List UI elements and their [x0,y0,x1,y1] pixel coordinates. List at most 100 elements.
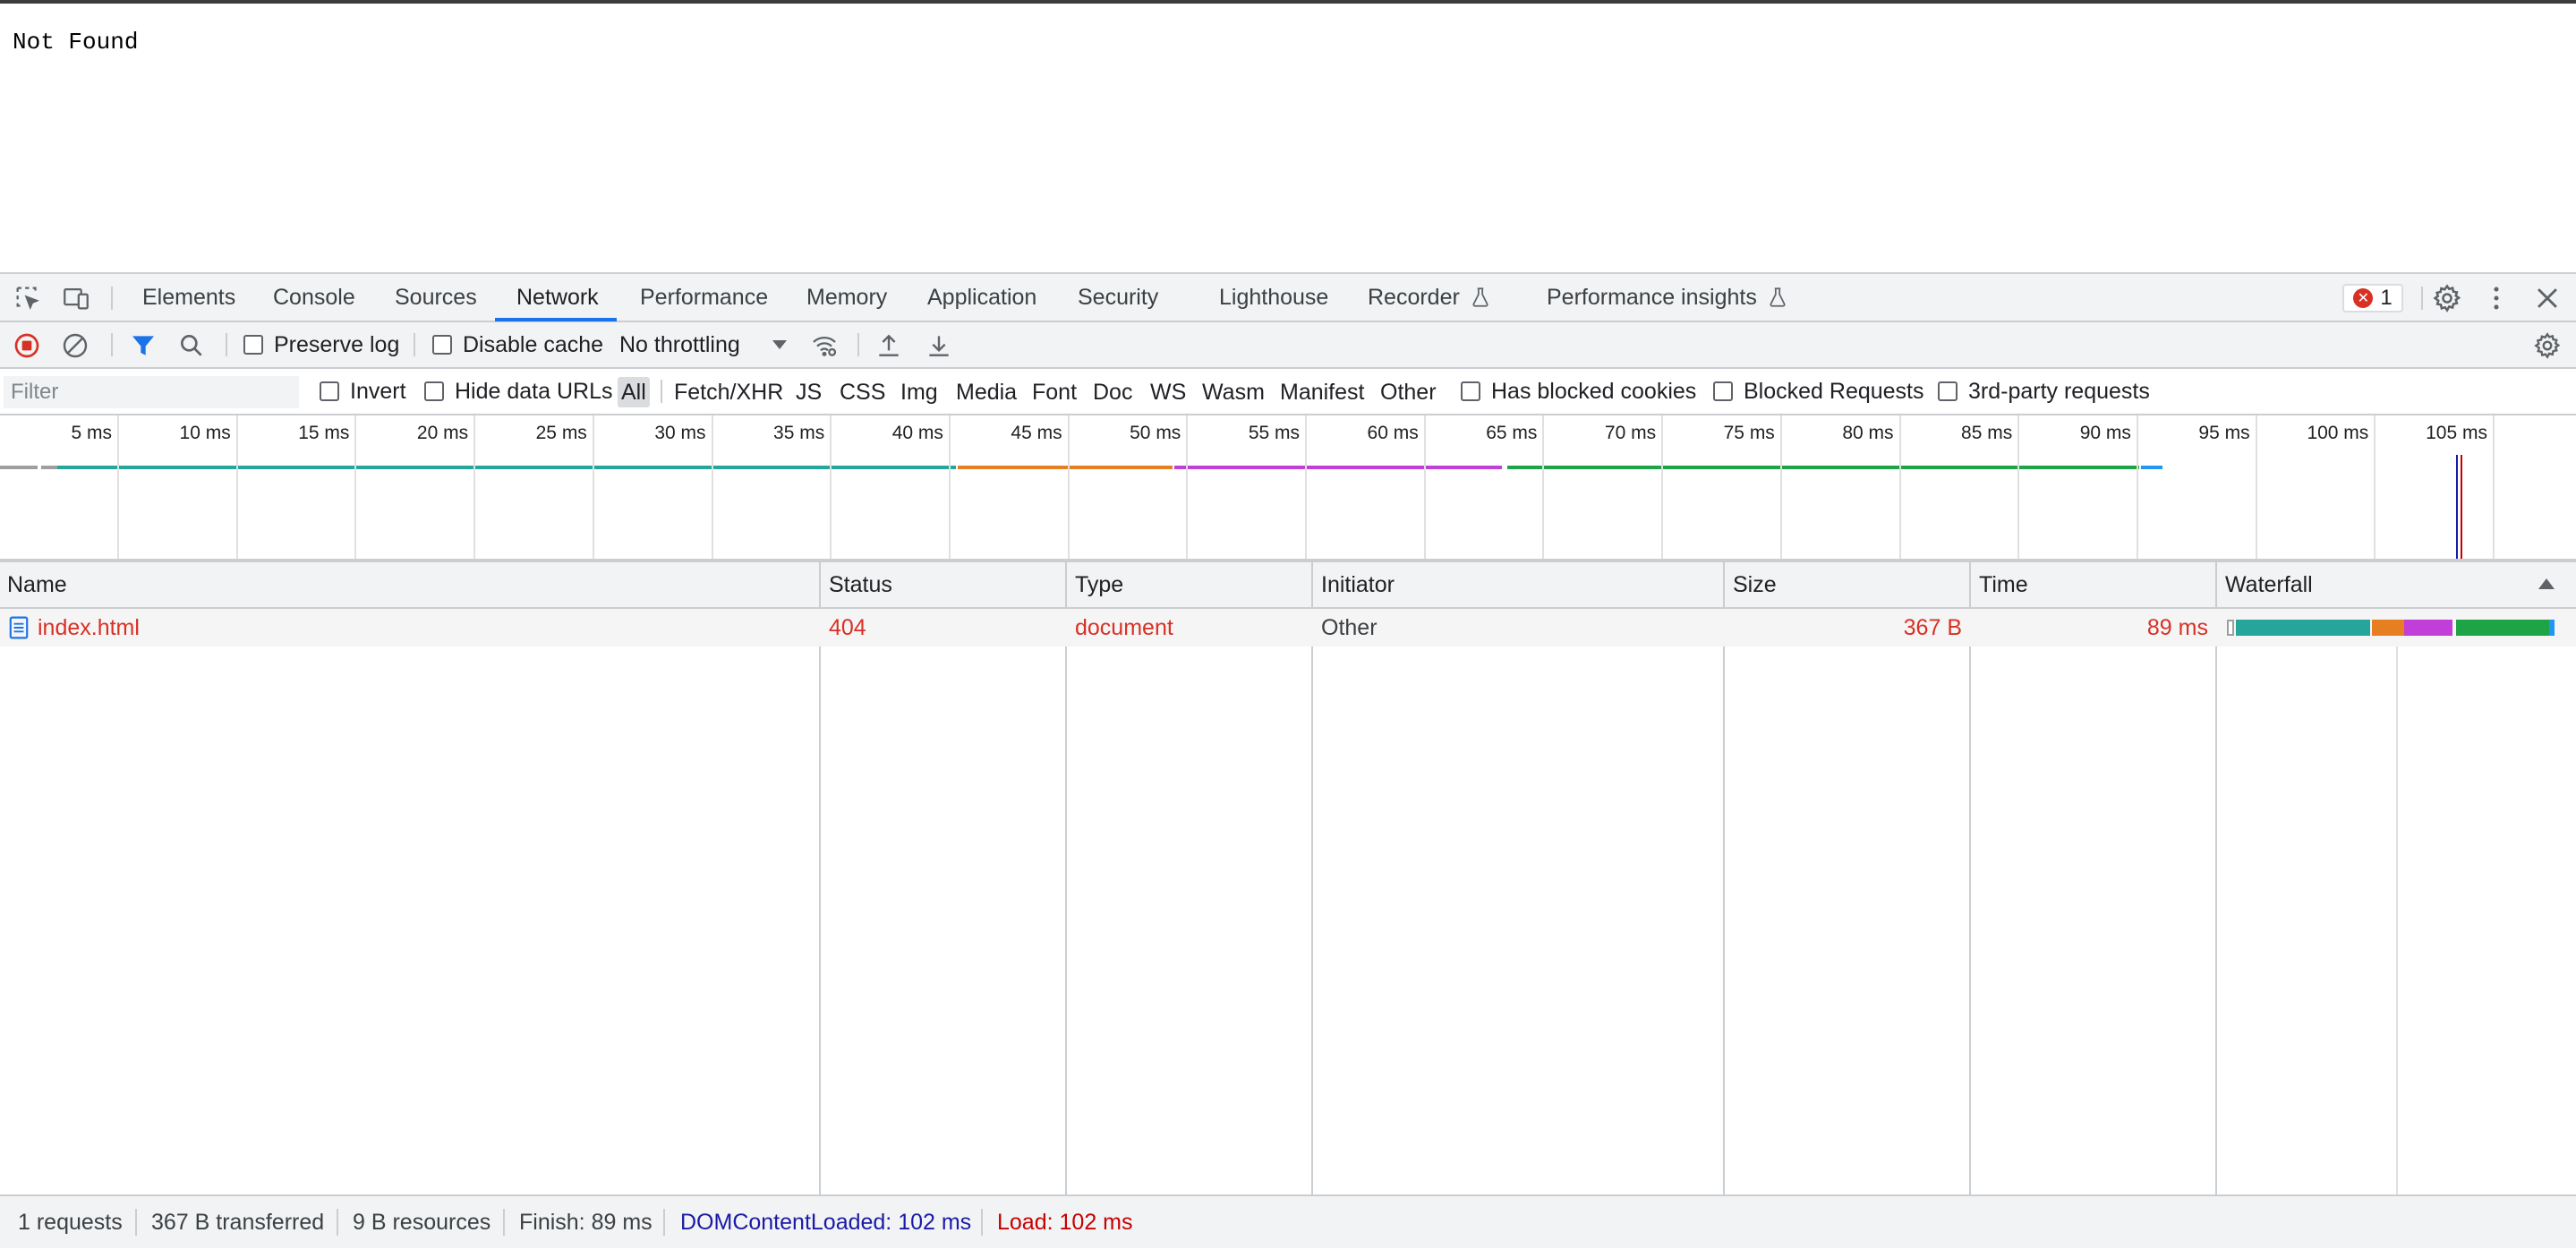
overview-tick-label: 60 ms [1367,423,1419,443]
third-party-requests-checkbox[interactable]: 3rd-party requests [1938,369,2150,414]
type-filter-manifest[interactable]: Manifest [1276,377,1368,407]
throttling-select[interactable]: No throttling [619,322,787,367]
preserve-log-checkbox[interactable]: Preserve log [243,322,399,367]
column-divider[interactable] [1311,562,1313,1194]
tab-recorder[interactable]: Recorder [1368,274,1492,321]
checkbox-box[interactable] [243,335,263,355]
column-header-type[interactable]: Type [1068,562,1123,607]
checkbox-box[interactable] [1461,381,1480,401]
search-icon[interactable] [175,330,208,362]
overview-gridline [1423,415,1426,559]
tab-elements[interactable]: Elements [142,274,235,321]
type-filter-css[interactable]: CSS [836,377,889,407]
column-divider[interactable] [2215,562,2217,1194]
network-settings-gear-icon[interactable] [2531,330,2563,362]
status-divider [337,1209,338,1236]
invert-checkbox[interactable]: Invert [320,369,406,414]
status-divider [135,1209,137,1236]
overview-gridline [948,415,951,559]
column-divider[interactable] [1723,562,1725,1194]
overview-tick-label: 95 ms [2198,423,2250,443]
checkbox-box[interactable] [320,381,339,401]
type-filter-ws[interactable]: WS [1147,377,1190,407]
overview-gridline [2255,415,2257,559]
overview-gridline [235,415,238,559]
gear-icon[interactable] [2430,281,2464,315]
network-conditions-icon[interactable] [808,330,840,362]
type-filter-wasm[interactable]: Wasm [1198,377,1268,407]
type-filter-font[interactable]: Font [1028,377,1080,407]
type-filter-img[interactable]: Img [897,377,942,407]
tab-performance-insights[interactable]: Performance insights [1547,274,1789,321]
column-header-status[interactable]: Status [822,562,892,607]
column-header-size[interactable]: Size [1726,562,1777,607]
overview-bar-stalled [0,466,38,469]
column-header-time[interactable]: Time [1972,562,2028,607]
disable-cache-checkbox[interactable]: Disable cache [432,322,603,367]
column-divider[interactable] [1969,562,1971,1194]
hide-data-urls-checkbox[interactable]: Hide data URLs [424,369,612,414]
sort-ascending-icon[interactable] [2538,578,2555,589]
tab-application[interactable]: Application [927,274,1036,321]
checkbox-box[interactable] [432,335,452,355]
overview-gridline [1542,415,1545,559]
column-divider[interactable] [819,562,821,1194]
import-har-icon[interactable] [873,330,905,362]
overview-bar-download [1507,466,2139,469]
tab-security[interactable]: Security [1078,274,1158,321]
error-count-badge[interactable]: ✕ 1 [2342,284,2403,312]
tab-network[interactable]: Network [516,274,599,321]
type-filter-doc[interactable]: Doc [1089,377,1136,407]
waterfall-ssl [2372,620,2404,636]
summary-finish: Finish: 89 ms [519,1209,653,1235]
cell-time: 89 ms [2146,614,2208,640]
type-filter-other[interactable]: Other [1377,377,1440,407]
summary-load: Load: 102 ms [997,1209,1133,1235]
tab-console[interactable]: Console [273,274,355,321]
overview-tick-label: 35 ms [773,423,825,443]
overview-bar-waiting [1174,466,1502,469]
overview-tick-label: 40 ms [891,423,943,443]
column-divider[interactable] [1065,562,1067,1194]
more-vertical-icon[interactable] [2479,281,2513,315]
tab-sources[interactable]: Sources [395,274,477,321]
type-filter-media[interactable]: Media [952,377,1020,407]
type-filter-js[interactable]: JS [792,377,825,407]
record-stop-icon[interactable] [11,330,43,362]
type-filter-fetch-xhr[interactable]: Fetch/XHR [670,377,787,407]
column-header-initiator[interactable]: Initiator [1314,562,1395,607]
overview-bar-ssl [958,466,1173,469]
network-status-bar: 1 requests 367 B transferred 9 B resourc… [0,1194,2576,1248]
load-marker [2461,455,2462,559]
checkbox-box[interactable] [424,381,444,401]
filter-input[interactable] [4,376,299,408]
tab-performance[interactable]: Performance [640,274,768,321]
inspect-element-icon[interactable] [11,281,45,315]
close-icon[interactable] [2530,281,2564,315]
column-header-waterfall[interactable]: Waterfall [2218,562,2313,607]
tab-memory[interactable]: Memory [806,274,887,321]
blocked-requests-checkbox[interactable]: Blocked Requests [1713,369,1924,414]
tab-lighthouse[interactable]: Lighthouse [1219,274,1328,321]
overview-tick-label: 20 ms [416,423,469,443]
checkbox-box[interactable] [1713,381,1733,401]
table-row[interactable]: index.html 404 document Other 367 B 89 m… [0,609,2576,646]
type-filter-all[interactable]: All [618,377,650,407]
has-blocked-cookies-checkbox[interactable]: Has blocked cookies [1461,369,1696,414]
export-har-icon[interactable] [923,330,955,362]
experiment-flask-icon [1472,287,1488,307]
network-overview-timeline[interactable]: 5 ms 10 ms 15 ms 20 ms 25 ms 30 ms 35 ms 40 ms 4… [0,415,2576,562]
checkbox-box[interactable] [1938,381,1958,401]
overview-gridline [1186,415,1189,559]
waterfall-gridline [2396,609,2398,1194]
network-toolbar: Preserve log Disable cache No throttling [0,322,2576,369]
filter-icon[interactable] [127,330,159,362]
overview-tick-label: 30 ms [654,423,706,443]
device-toolbar-icon[interactable] [59,281,93,315]
overview-tick-label: 50 ms [1130,423,1181,443]
clear-icon[interactable] [59,330,91,362]
page-viewport: Not Found [0,4,2576,272]
overview-tick-label: 65 ms [1486,423,1538,443]
overview-gridline [1779,415,1782,559]
column-header-name[interactable]: Name [0,562,67,607]
